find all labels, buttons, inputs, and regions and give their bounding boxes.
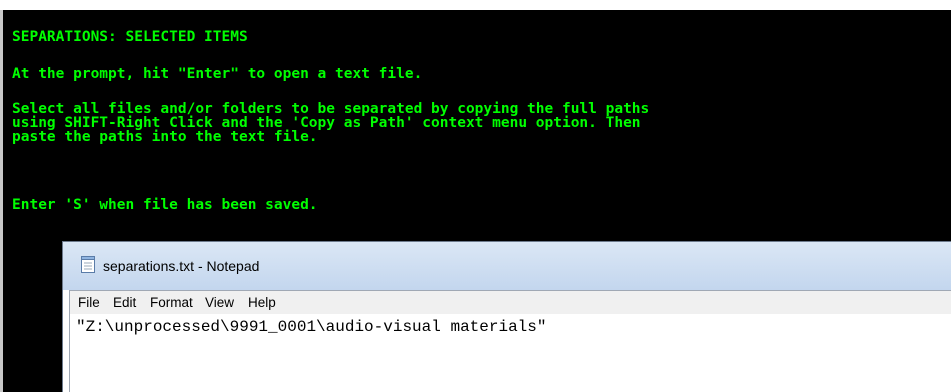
console-border: [0, 10, 3, 392]
console-line: At the prompt, hit "Enter" to open a tex…: [12, 66, 423, 82]
notepad-window[interactable]: separations.txt - Notepad File Edit Form…: [62, 241, 951, 392]
menu-file[interactable]: File: [78, 295, 100, 310]
notepad-content: "Z:\unprocessed\9991_0001\audio-visual m…: [76, 318, 547, 336]
console-line: paste the paths into the text file.: [12, 129, 318, 145]
console-line: Select all files and/or folders to be se…: [12, 101, 650, 117]
notepad-menubar: File Edit Format View Help: [69, 290, 951, 314]
console-heading: SEPARATIONS: SELECTED ITEMS: [12, 29, 248, 45]
notepad-title: separations.txt - Notepad: [103, 258, 260, 274]
menu-view[interactable]: View: [205, 295, 234, 310]
menu-edit[interactable]: Edit: [113, 295, 136, 310]
console-prompt-line: Enter 'S' when file has been saved.: [12, 197, 318, 213]
notepad-titlebar[interactable]: separations.txt - Notepad: [63, 242, 951, 290]
notepad-icon: [81, 256, 95, 273]
notepad-text-area[interactable]: "Z:\unprocessed\9991_0001\audio-visual m…: [69, 314, 951, 392]
menu-format[interactable]: Format: [150, 295, 193, 310]
menu-help[interactable]: Help: [248, 295, 276, 310]
console-line: using SHIFT-Right Click and the 'Copy as…: [12, 115, 641, 131]
